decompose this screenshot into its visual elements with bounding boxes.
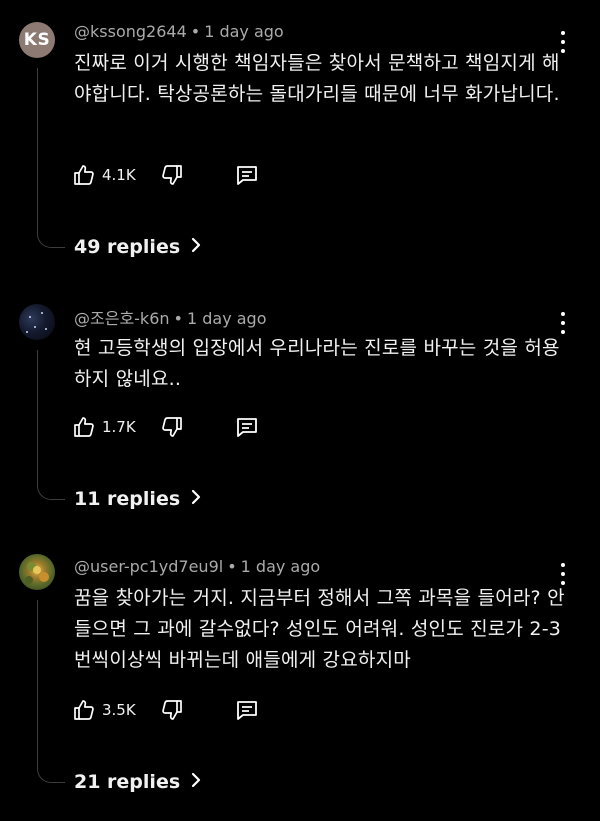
thumbs-up-icon bbox=[72, 163, 96, 187]
comment-meta: @kssong2644 • 1 day ago bbox=[74, 22, 284, 41]
more-vert-icon[interactable] bbox=[556, 312, 570, 334]
avatar-initials: KS bbox=[23, 30, 51, 50]
comment-author[interactable]: @user-pc1yd7eu9l bbox=[74, 557, 223, 576]
dislike-button[interactable] bbox=[160, 413, 184, 441]
comment-author[interactable]: @조은호-k6n bbox=[74, 309, 170, 328]
thumbs-down-icon bbox=[160, 415, 184, 439]
dislike-button[interactable] bbox=[160, 161, 184, 189]
replies-label: 49 replies bbox=[74, 236, 181, 258]
replies-label: 11 replies bbox=[74, 488, 181, 510]
avatar[interactable] bbox=[19, 304, 55, 340]
replies-label: 21 replies bbox=[74, 771, 181, 793]
comment-meta: @user-pc1yd7eu9l • 1 day ago bbox=[74, 557, 320, 576]
comment-text: 현 고등학생의 입장에서 우리나라는 진로를 바꾸는 것을 허용하지 않네요.. bbox=[74, 337, 560, 390]
avatar[interactable] bbox=[19, 554, 55, 590]
comment-text: 꿈을 찾아가는 거지. 지금부터 정해서 그쪽 과목을 들어라? 안 들으면 그… bbox=[74, 587, 565, 671]
meta-separator: • bbox=[227, 557, 237, 576]
comment-time[interactable]: 1 day ago bbox=[204, 22, 284, 41]
like-count: 4.1K bbox=[102, 166, 136, 184]
like-count: 1.7K bbox=[102, 418, 136, 436]
reply-button[interactable] bbox=[234, 413, 260, 441]
chevron-right-icon bbox=[180, 236, 202, 258]
thumbs-up-icon bbox=[72, 415, 96, 439]
reply-button[interactable] bbox=[234, 161, 260, 189]
like-count: 3.5K bbox=[102, 701, 136, 719]
like-button[interactable]: 1.7K bbox=[72, 413, 136, 441]
like-button[interactable]: 4.1K bbox=[72, 161, 136, 189]
thumbs-down-icon bbox=[160, 698, 184, 722]
reply-button[interactable] bbox=[234, 696, 260, 724]
comment-meta: @조은호-k6n • 1 day ago bbox=[74, 305, 267, 329]
thumbs-down-icon bbox=[160, 163, 184, 187]
chevron-right-icon bbox=[180, 488, 202, 510]
avatar[interactable]: KS bbox=[19, 22, 55, 58]
thumbs-up-icon bbox=[72, 698, 96, 722]
reply-thread-line bbox=[37, 350, 65, 500]
chevron-right-icon bbox=[180, 771, 202, 793]
comment-author[interactable]: @kssong2644 bbox=[74, 22, 187, 41]
comment-time[interactable]: 1 day ago bbox=[241, 557, 321, 576]
reply-thread-line bbox=[37, 68, 65, 248]
comment-text: 진짜로 이거 시행한 책임자들은 찾아서 문책하고 책임지게 해야합니다. 탁상… bbox=[74, 52, 560, 105]
comment-icon bbox=[234, 414, 260, 440]
view-replies-button[interactable]: 21 replies bbox=[74, 771, 202, 793]
like-button[interactable]: 3.5K bbox=[72, 696, 136, 724]
comment-time[interactable]: 1 day ago bbox=[187, 309, 267, 328]
meta-separator: • bbox=[173, 309, 183, 328]
meta-separator: • bbox=[190, 22, 201, 41]
comments-section: KS @kssong2644 • 1 day ago 진짜로 이거 시행한 책임자들… bbox=[0, 0, 600, 821]
view-replies-button[interactable]: 11 replies bbox=[74, 488, 202, 510]
dislike-button[interactable] bbox=[160, 696, 184, 724]
comment-icon bbox=[234, 697, 260, 723]
more-vert-icon[interactable] bbox=[556, 563, 570, 585]
view-replies-button[interactable]: 49 replies bbox=[74, 236, 202, 258]
reply-thread-line bbox=[37, 600, 65, 783]
comment-icon bbox=[234, 162, 260, 188]
